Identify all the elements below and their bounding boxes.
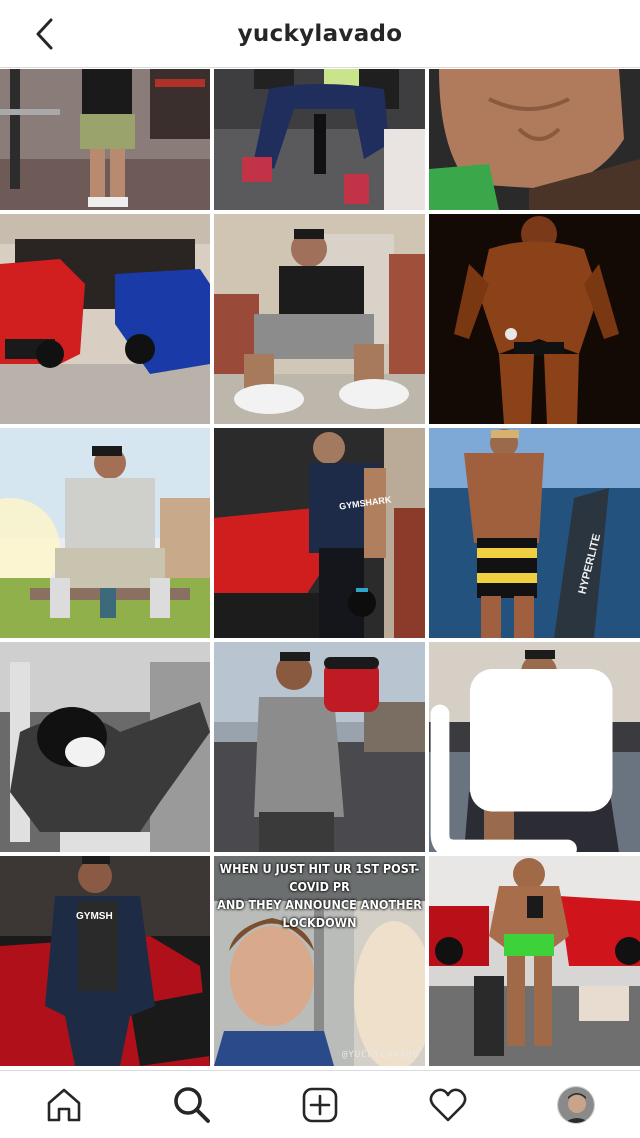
nav-search[interactable] <box>160 1073 224 1137</box>
multiple-photos-icon <box>430 669 613 852</box>
post-thumbnail[interactable] <box>429 642 640 852</box>
heart-icon <box>429 1088 467 1121</box>
post-grid: GYMSHARK HYPERLITE GYMSH WHEN U JUST HIT… <box>0 69 640 1068</box>
video-play-icon <box>380 874 425 1066</box>
top-bar: yuckylavado <box>0 0 640 68</box>
bottom-navigation <box>0 1070 640 1138</box>
post-thumbnail[interactable] <box>214 642 425 852</box>
chevron-left-icon <box>36 18 53 50</box>
video-watermark: @YUCKYLAVADO <box>341 1050 419 1060</box>
back-button[interactable] <box>28 16 62 52</box>
nav-activity[interactable] <box>416 1073 480 1137</box>
search-icon <box>174 1086 210 1123</box>
post-thumbnail[interactable] <box>0 428 210 638</box>
post-thumbnail[interactable] <box>429 214 640 424</box>
post-thumbnail[interactable]: WHEN U JUST HIT UR 1ST POST-COVID PR AND… <box>214 856 425 1066</box>
post-thumbnail[interactable]: HYPERLITE <box>429 428 640 638</box>
profile-username: yuckylavado <box>237 20 403 47</box>
shirt-print: GYMSH <box>76 911 113 922</box>
post-thumbnail[interactable] <box>0 214 210 424</box>
post-thumbnail[interactable] <box>0 642 210 852</box>
home-icon <box>47 1088 81 1121</box>
post-thumbnail[interactable]: GYMSHARK <box>214 428 425 638</box>
post-thumbnail[interactable] <box>0 69 210 210</box>
post-thumbnail[interactable] <box>429 856 640 1066</box>
avatar <box>557 1085 595 1124</box>
nav-home[interactable] <box>32 1073 96 1137</box>
nav-new-post[interactable] <box>288 1073 352 1137</box>
post-thumbnail[interactable] <box>214 214 425 424</box>
post-thumbnail[interactable] <box>429 69 640 210</box>
post-thumbnail[interactable] <box>214 69 425 210</box>
add-square-icon <box>302 1087 338 1122</box>
nav-profile[interactable] <box>544 1073 608 1137</box>
post-thumbnail[interactable]: GYMSH <box>0 856 210 1066</box>
